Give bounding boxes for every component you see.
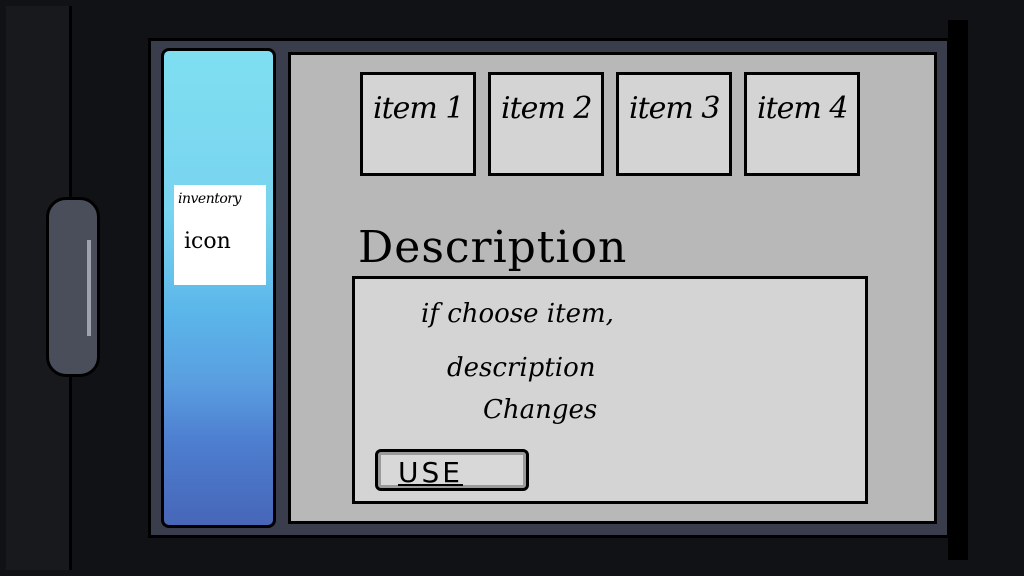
inventory-icon[interactable]: inventory icon <box>174 185 266 285</box>
description-line-1: if choose item, <box>421 299 614 329</box>
item-slot-label: item 2 <box>501 91 592 126</box>
description-box: if choose item, description Changes USE <box>352 276 868 504</box>
description-line-2: description <box>447 353 596 383</box>
inventory-icon-sublabel: icon <box>184 229 231 254</box>
device-body: inventory icon item 1 item 2 item 3 item… <box>0 0 1024 576</box>
item-slot-3[interactable]: item 3 <box>616 72 732 176</box>
item-slot-1[interactable]: item 1 <box>360 72 476 176</box>
use-button-label: USE <box>398 456 463 489</box>
use-button[interactable]: USE <box>375 449 529 491</box>
description-line-3: Changes <box>483 395 598 425</box>
item-slot-label: item 1 <box>373 91 464 126</box>
device-right-bar <box>948 20 968 560</box>
description-title: Description <box>358 222 628 273</box>
inventory-sidebar: inventory icon <box>161 48 276 528</box>
item-slot-label: item 4 <box>757 91 848 126</box>
item-slot-label: item 3 <box>629 91 720 126</box>
inventory-icon-label: inventory <box>178 191 241 207</box>
item-slot-4[interactable]: item 4 <box>744 72 860 176</box>
item-slot-2[interactable]: item 2 <box>488 72 604 176</box>
device-handle <box>46 197 100 377</box>
